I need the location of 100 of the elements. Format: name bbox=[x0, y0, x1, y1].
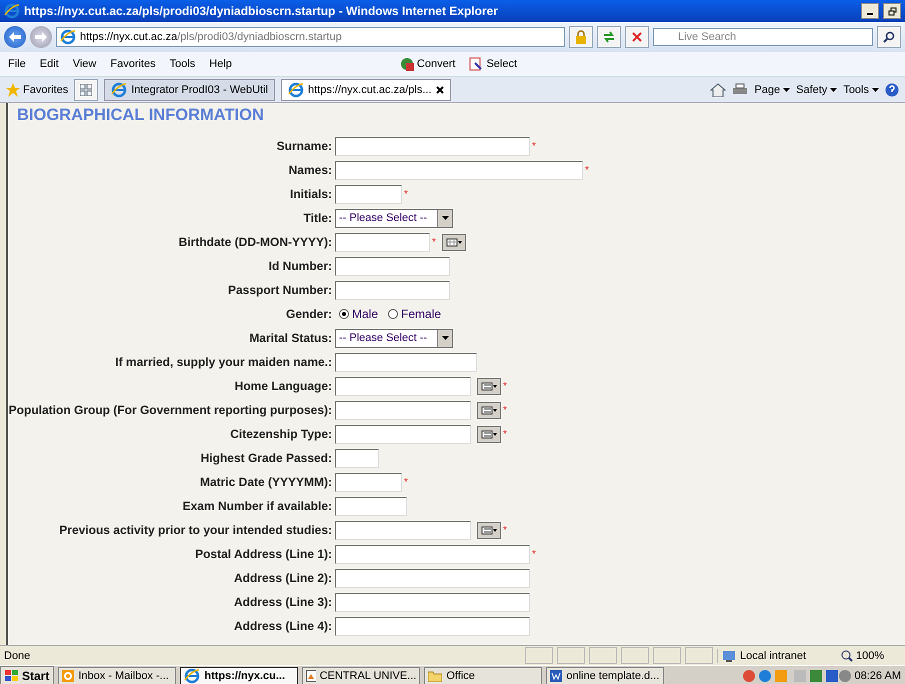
list-icon bbox=[481, 382, 497, 390]
document-icon bbox=[550, 670, 562, 682]
list-picker-button[interactable] bbox=[477, 426, 501, 442]
printer-icon[interactable] bbox=[732, 82, 748, 96]
field-label: Matric Date (YYYYMM): bbox=[198, 474, 333, 491]
text-field[interactable] bbox=[335, 256, 450, 276]
refresh-button[interactable] bbox=[597, 26, 621, 48]
menu-item[interactable]: Edit bbox=[40, 58, 59, 70]
text-field[interactable] bbox=[335, 400, 471, 420]
stop-button[interactable] bbox=[625, 26, 649, 48]
taskbar-button[interactable]: Inbox - Mailbox -... bbox=[58, 666, 176, 684]
back-button[interactable] bbox=[4, 26, 26, 48]
text-field[interactable] bbox=[335, 568, 530, 588]
toolbar-button[interactable]: Select bbox=[469, 57, 518, 71]
menu-item[interactable]: View bbox=[72, 58, 96, 70]
caret-icon bbox=[872, 88, 879, 92]
text-field[interactable] bbox=[335, 616, 530, 636]
text-field[interactable] bbox=[335, 424, 471, 444]
field-label: Citezenship Type: bbox=[229, 426, 333, 443]
text-field[interactable] bbox=[335, 544, 530, 564]
select-dropdown[interactable]: -- Please Select -- bbox=[335, 328, 453, 348]
text-field[interactable] bbox=[335, 376, 471, 396]
command-menu[interactable]: Tools bbox=[843, 84, 879, 96]
select-cursor-icon bbox=[469, 57, 484, 71]
field-label: Address (Line 4): bbox=[232, 618, 333, 635]
restore-button[interactable] bbox=[883, 3, 901, 19]
text-field[interactable] bbox=[335, 352, 477, 372]
text-field[interactable] bbox=[335, 472, 402, 492]
close-icon[interactable] bbox=[436, 86, 444, 94]
caret-icon bbox=[442, 216, 448, 220]
caret-icon bbox=[830, 88, 838, 92]
quick-tabs-button[interactable] bbox=[74, 78, 98, 100]
taskbar-button[interactable]: CENTRAL UNIVE... bbox=[302, 666, 420, 684]
start-button[interactable]: Start bbox=[0, 666, 54, 684]
page-heading: BIOGRAPHICAL INFORMATION bbox=[16, 105, 265, 126]
app-window-icon bbox=[306, 670, 316, 682]
text-field[interactable] bbox=[335, 184, 402, 204]
required-mark: * bbox=[532, 548, 536, 560]
browser-icon bbox=[4, 3, 20, 19]
command-menu[interactable]: Page bbox=[754, 84, 790, 96]
search-field[interactable]: Live Search bbox=[653, 28, 873, 46]
command-menu[interactable]: Safety bbox=[796, 84, 838, 96]
help-icon[interactable] bbox=[885, 82, 899, 96]
radio-button[interactable] bbox=[388, 309, 398, 319]
field-label: If married, supply your maiden name.: bbox=[114, 354, 333, 371]
required-mark: * bbox=[503, 380, 507, 392]
radio-label[interactable]: Male bbox=[352, 307, 378, 321]
search-button[interactable] bbox=[877, 26, 901, 48]
radio-button[interactable] bbox=[339, 309, 349, 319]
list-icon bbox=[481, 406, 497, 414]
field-label: Gender: bbox=[284, 306, 333, 323]
required-mark: * bbox=[404, 476, 408, 488]
select-dropdown[interactable]: -- Please Select -- bbox=[335, 208, 453, 228]
status-pane bbox=[589, 647, 617, 664]
address-field[interactable]: https://nyx.cut.ac.za/pls/prodi03/dyniadbioscrn.startup bbox=[56, 27, 565, 47]
required-mark: * bbox=[532, 140, 536, 152]
text-field[interactable] bbox=[335, 592, 530, 612]
menu-item[interactable]: Favorites bbox=[110, 58, 156, 70]
monitor-icon bbox=[722, 648, 736, 662]
browser-tab[interactable]: Integrator ProdI03 - WebUtil bbox=[104, 78, 275, 100]
field-label: Address (Line 3): bbox=[232, 594, 333, 611]
list-picker-button[interactable] bbox=[477, 402, 501, 418]
home-icon[interactable] bbox=[710, 82, 726, 96]
browser-tab[interactable]: https://nyx.cut.ac.za/pls... bbox=[281, 78, 450, 100]
required-mark: * bbox=[503, 524, 507, 536]
taskbar-button[interactable]: Office bbox=[424, 666, 542, 684]
menu-item[interactable]: Help bbox=[209, 58, 232, 70]
toolbar-button[interactable]: Convert bbox=[400, 57, 456, 71]
text-field[interactable] bbox=[335, 520, 471, 540]
status-text: Done bbox=[4, 650, 32, 662]
list-picker-button[interactable] bbox=[477, 378, 501, 394]
taskbar-button[interactable]: https://nyx.cu... bbox=[180, 666, 298, 684]
favorites-button[interactable]: Favorites bbox=[6, 82, 68, 96]
magnifier-icon bbox=[841, 650, 853, 662]
radio-label[interactable]: Female bbox=[401, 307, 442, 321]
list-picker-button[interactable] bbox=[477, 522, 501, 538]
back-arrow-icon bbox=[9, 32, 21, 42]
text-field[interactable] bbox=[335, 232, 430, 252]
text-field[interactable] bbox=[335, 160, 583, 180]
field-label: Postal Address (Line 1): bbox=[194, 546, 333, 563]
field-label: Initials: bbox=[288, 186, 333, 203]
lock-button[interactable] bbox=[569, 26, 593, 48]
menu-item[interactable]: File bbox=[8, 58, 26, 70]
text-field[interactable] bbox=[335, 136, 530, 156]
text-field[interactable] bbox=[335, 496, 407, 516]
field-label: Surname: bbox=[276, 138, 333, 155]
minimize-button[interactable] bbox=[861, 3, 879, 19]
text-field[interactable] bbox=[335, 448, 379, 468]
calendar-button[interactable] bbox=[442, 234, 466, 250]
page-icon bbox=[60, 29, 76, 45]
required-mark: * bbox=[503, 404, 507, 416]
search-icon bbox=[883, 31, 895, 43]
mail-app-icon bbox=[62, 670, 74, 682]
menu-item[interactable]: Tools bbox=[170, 58, 196, 70]
text-field[interactable] bbox=[335, 280, 450, 300]
field-label: Address (Line 2): bbox=[232, 570, 333, 587]
field-label: Marital Status: bbox=[248, 330, 333, 347]
field-label: Title: bbox=[302, 210, 333, 227]
taskbar-button[interactable]: online template.d... bbox=[546, 666, 664, 684]
zoom-control[interactable]: 100% bbox=[841, 650, 901, 662]
